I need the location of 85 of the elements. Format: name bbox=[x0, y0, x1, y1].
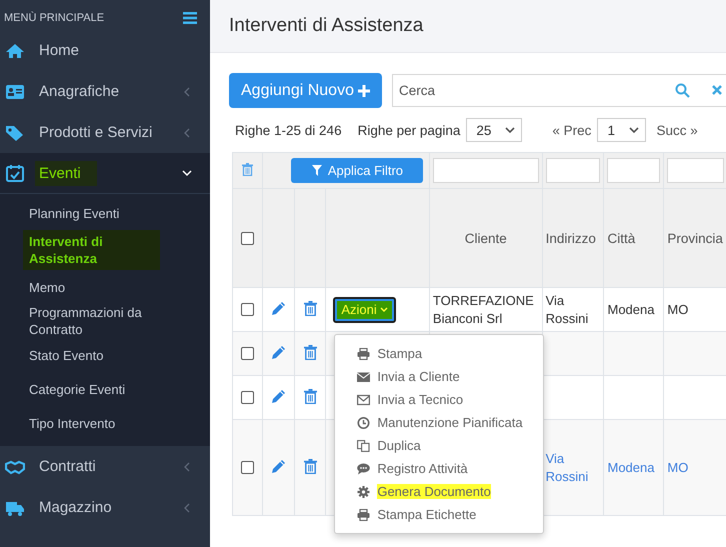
home-icon bbox=[5, 42, 25, 60]
submenu-item[interactable]: Categorie Eventi bbox=[0, 372, 210, 406]
checkbox[interactable] bbox=[241, 391, 254, 404]
sidebar-item[interactable]: Home bbox=[0, 30, 210, 71]
filter-input[interactable] bbox=[546, 158, 600, 183]
submenu-item[interactable]: Tipo Intervento bbox=[0, 406, 210, 440]
table-link[interactable]: Modena bbox=[607, 458, 660, 476]
table-cell-text: Modena bbox=[607, 300, 656, 318]
column-header[interactable]: Provincia bbox=[667, 230, 723, 246]
checkbox[interactable] bbox=[241, 303, 254, 316]
filter-icon bbox=[312, 165, 322, 176]
previous-link[interactable]: « Prec bbox=[552, 122, 592, 138]
tag-icon bbox=[5, 124, 25, 142]
copy-icon bbox=[357, 440, 370, 452]
filter-input[interactable] bbox=[667, 158, 724, 183]
trash-icon[interactable] bbox=[304, 458, 317, 474]
next-link[interactable]: Succ » bbox=[656, 122, 698, 138]
menu-item[interactable]: Duplica bbox=[335, 434, 544, 457]
submenu-item[interactable]: Programmazioni da Contratto bbox=[0, 304, 210, 338]
menu-item[interactable]: Registro Attività bbox=[335, 457, 544, 480]
apply-filter-button[interactable]: Applica Filtro bbox=[291, 158, 424, 183]
plus-icon bbox=[358, 84, 370, 96]
table-cell-text: TORREFAZIONE Bianconi Srl bbox=[432, 292, 535, 328]
rows-per-page-label: Righe per pagina bbox=[358, 122, 460, 138]
sidebar-item[interactable]: Contratti bbox=[0, 446, 210, 487]
printer-icon bbox=[357, 508, 370, 520]
menu-item[interactable]: Genera Documento bbox=[335, 480, 544, 503]
pencil-icon[interactable] bbox=[271, 300, 286, 316]
clock-icon bbox=[357, 416, 370, 428]
menu-icon[interactable] bbox=[183, 12, 197, 24]
page-select[interactable]: 1 bbox=[597, 118, 646, 142]
id-card-icon bbox=[5, 82, 25, 100]
submenu-item[interactable]: Planning Eventi bbox=[0, 196, 210, 230]
trash-icon[interactable] bbox=[304, 300, 317, 316]
menu-item[interactable]: Invia a Tecnico bbox=[335, 388, 544, 411]
sidebar-item[interactable]: Magazzino bbox=[0, 487, 210, 528]
table-link[interactable]: MO bbox=[667, 458, 724, 476]
trash-icon[interactable] bbox=[242, 162, 254, 176]
column-header[interactable]: Città bbox=[607, 230, 636, 246]
caret-icon bbox=[505, 126, 516, 134]
caret-icon bbox=[629, 126, 640, 134]
rows-per-page-select[interactable]: 25 bbox=[466, 118, 522, 142]
table-cell-text: MO bbox=[667, 300, 690, 318]
checkbox[interactable] bbox=[241, 347, 254, 360]
column-header[interactable]: Indirizzo bbox=[546, 230, 596, 246]
gear-icon bbox=[357, 486, 370, 498]
table-cell-text: Via Rossini bbox=[546, 292, 590, 328]
calendar-icon bbox=[5, 164, 25, 182]
pencil-icon[interactable] bbox=[271, 388, 286, 404]
close-icon[interactable] bbox=[712, 85, 722, 95]
rows-count-text: Righe 1-25 di 246 bbox=[235, 122, 342, 138]
sidebar-item[interactable]: Anagrafiche bbox=[0, 71, 210, 112]
checkbox[interactable] bbox=[241, 461, 254, 474]
sidebar-item[interactable]: Prodotti e Servizi bbox=[0, 112, 210, 153]
submenu-item[interactable]: Stato Evento bbox=[0, 338, 210, 372]
caret-icon bbox=[380, 306, 388, 312]
filter-input[interactable] bbox=[607, 158, 660, 183]
chevron-down-icon bbox=[182, 168, 192, 178]
actions-button[interactable]: Azioni bbox=[333, 296, 396, 322]
speech-bubble-icon bbox=[357, 462, 370, 474]
sidebar-item[interactable]: Eventi bbox=[0, 153, 210, 194]
submenu-item[interactable]: Memo bbox=[0, 270, 210, 304]
chevron-left-icon bbox=[182, 462, 192, 472]
checkbox[interactable] bbox=[241, 232, 254, 244]
chevron-left-icon bbox=[182, 128, 192, 138]
sidebar-title: MENÙ PRINCIPALE bbox=[4, 12, 104, 24]
page-title: Interventi di Assistenza bbox=[229, 15, 424, 37]
menu-item[interactable]: Stampa bbox=[335, 342, 544, 365]
search-field[interactable]: Cerca bbox=[392, 74, 726, 107]
search-icon[interactable] bbox=[674, 83, 690, 98]
menu-item[interactable]: Manutenzione Pianificata bbox=[335, 411, 544, 434]
trash-icon[interactable] bbox=[304, 388, 317, 404]
menu-item[interactable]: Stampa Etichette bbox=[335, 503, 544, 526]
printer-icon bbox=[357, 348, 370, 360]
add-new-button[interactable]: Aggiungi Nuovo bbox=[229, 73, 382, 108]
chevron-left-icon bbox=[182, 86, 192, 96]
pencil-icon[interactable] bbox=[271, 458, 286, 474]
menu-item[interactable]: Invia a Cliente bbox=[335, 365, 544, 388]
filter-input[interactable] bbox=[432, 158, 539, 183]
envelope-icon bbox=[357, 370, 370, 382]
envelope-outline-icon bbox=[357, 394, 370, 406]
chevron-left-icon bbox=[182, 502, 192, 512]
pencil-icon[interactable] bbox=[271, 344, 286, 360]
column-header[interactable]: Cliente bbox=[464, 230, 507, 246]
trash-icon[interactable] bbox=[304, 344, 317, 360]
